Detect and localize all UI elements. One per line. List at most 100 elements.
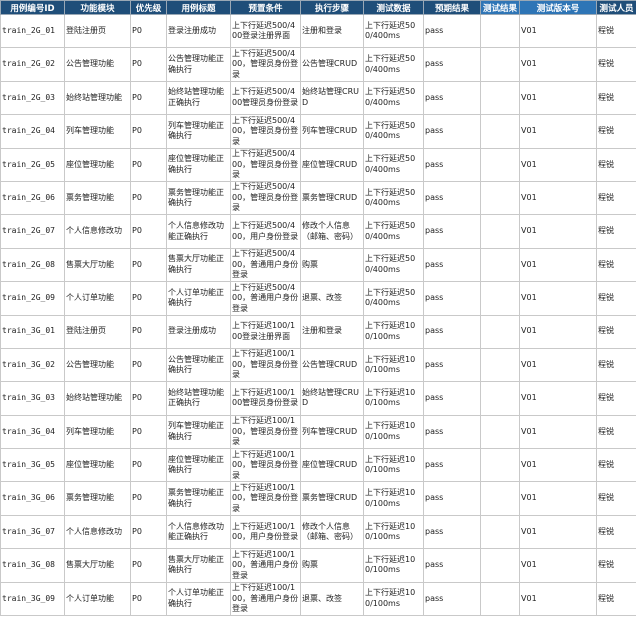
cell-case-id[interactable]: train_3G_06 xyxy=(0,481,65,516)
cell-expected[interactable]: pass xyxy=(423,180,481,216)
cell-tester[interactable]: 程锐 xyxy=(596,481,636,516)
cell-case-id[interactable]: train_3G_07 xyxy=(0,514,65,550)
cell-priority[interactable]: P0 xyxy=(130,381,167,416)
cell-tester[interactable]: 程锐 xyxy=(596,548,636,583)
cell-precondition[interactable]: 上下行延迟500/400，用户身份登录 xyxy=(230,214,301,249)
cell-case-id[interactable]: train_3G_08 xyxy=(0,548,65,583)
cell-steps[interactable]: 座位管理CRUD xyxy=(300,147,364,182)
cell-tester[interactable]: 程锐 xyxy=(596,414,636,450)
cell-version[interactable]: V01 xyxy=(519,481,597,516)
cell-tester[interactable]: 程锐 xyxy=(596,514,636,550)
cell-expected[interactable]: pass xyxy=(423,114,481,149)
cell-module[interactable]: 票务管理功能 xyxy=(64,180,131,216)
cell-precondition[interactable]: 上下行延迟500/400，普通用户身份登录 xyxy=(230,281,301,316)
cell-test-data[interactable]: 上下行延迟500/400ms xyxy=(363,47,424,82)
cell-steps[interactable]: 列车管理CRUD xyxy=(300,414,364,450)
cell-test-data[interactable]: 上下行延迟500/400ms xyxy=(363,180,424,216)
cell-result[interactable] xyxy=(480,180,520,216)
cell-title[interactable]: 个人订单功能正确执行 xyxy=(166,581,231,617)
header-title[interactable]: 用例标题 xyxy=(166,0,231,15)
cell-module[interactable]: 列车管理功能 xyxy=(64,114,131,149)
cell-case-id[interactable]: train_2G_01 xyxy=(0,13,65,49)
cell-precondition[interactable]: 上下行延迟500/400，管理员身份登录 xyxy=(230,47,301,82)
cell-priority[interactable]: P0 xyxy=(130,548,167,583)
cell-priority[interactable]: P0 xyxy=(130,180,167,216)
cell-test-data[interactable]: 上下行延迟100/100ms xyxy=(363,548,424,583)
cell-precondition[interactable]: 上下行延迟100/100，普通用户身份登录 xyxy=(230,548,301,583)
cell-module[interactable]: 座位管理功能 xyxy=(64,147,131,182)
cell-precondition[interactable]: 上下行延迟100/100，用户身份登录 xyxy=(230,514,301,550)
cell-precondition[interactable]: 上下行延迟500/400，管理员身份登录 xyxy=(230,147,301,182)
cell-version[interactable]: V01 xyxy=(519,214,597,249)
cell-precondition[interactable]: 上下行延迟100/100，管理员身份登录 xyxy=(230,347,301,383)
cell-version[interactable]: V01 xyxy=(519,47,597,82)
cell-expected[interactable]: pass xyxy=(423,281,481,316)
cell-case-id[interactable]: train_2G_03 xyxy=(0,80,65,116)
cell-result[interactable] xyxy=(480,214,520,249)
cell-title[interactable]: 个人信息修改功能正确执行 xyxy=(166,514,231,550)
cell-priority[interactable]: P0 xyxy=(130,514,167,550)
cell-test-data[interactable]: 上下行延迟100/100ms xyxy=(363,581,424,617)
cell-tester[interactable]: 程锐 xyxy=(596,13,636,49)
cell-priority[interactable]: P0 xyxy=(130,281,167,316)
cell-tester[interactable]: 程锐 xyxy=(596,80,636,116)
cell-expected[interactable]: pass xyxy=(423,13,481,49)
cell-version[interactable]: V01 xyxy=(519,581,597,617)
cell-version[interactable]: V01 xyxy=(519,13,597,49)
cell-precondition[interactable]: 上下行延迟100/100，普通用户身份登录 xyxy=(230,581,301,617)
cell-title[interactable]: 票务管理功能正确执行 xyxy=(166,481,231,516)
cell-module[interactable]: 座位管理功能 xyxy=(64,448,131,483)
cell-module[interactable]: 个人信息修改功 xyxy=(64,514,131,550)
header-module[interactable]: 功能模块 xyxy=(64,0,131,15)
cell-case-id[interactable]: train_3G_04 xyxy=(0,414,65,450)
cell-tester[interactable]: 程锐 xyxy=(596,47,636,82)
header-version[interactable]: 测试版本号 xyxy=(519,0,597,15)
header-tester[interactable]: 测试人员 xyxy=(596,0,636,15)
cell-tester[interactable]: 程锐 xyxy=(596,381,636,416)
cell-priority[interactable]: P0 xyxy=(130,581,167,617)
cell-module[interactable]: 公告管理功能 xyxy=(64,47,131,82)
cell-expected[interactable]: pass xyxy=(423,481,481,516)
header-test-data[interactable]: 测试数据 xyxy=(363,0,424,15)
cell-test-data[interactable]: 上下行延迟100/100ms xyxy=(363,448,424,483)
cell-tester[interactable]: 程锐 xyxy=(596,180,636,216)
cell-title[interactable]: 票务管理功能正确执行 xyxy=(166,180,231,216)
header-steps[interactable]: 执行步骤 xyxy=(300,0,364,15)
cell-expected[interactable]: pass xyxy=(423,581,481,617)
cell-test-data[interactable]: 上下行延迟500/400ms xyxy=(363,247,424,283)
cell-version[interactable]: V01 xyxy=(519,347,597,383)
cell-version[interactable]: V01 xyxy=(519,281,597,316)
cell-result[interactable] xyxy=(480,347,520,383)
cell-test-data[interactable]: 上下行延迟500/400ms xyxy=(363,147,424,182)
cell-result[interactable] xyxy=(480,581,520,617)
cell-test-data[interactable]: 上下行延迟100/100ms xyxy=(363,381,424,416)
cell-title[interactable]: 登录注册成功 xyxy=(166,314,231,349)
cell-expected[interactable]: pass xyxy=(423,247,481,283)
cell-version[interactable]: V01 xyxy=(519,448,597,483)
cell-steps[interactable]: 公告管理CRUD xyxy=(300,347,364,383)
cell-version[interactable]: V01 xyxy=(519,114,597,149)
header-expected[interactable]: 预期结果 xyxy=(423,0,481,15)
cell-title[interactable]: 列车管理功能正确执行 xyxy=(166,114,231,149)
header-precondition[interactable]: 预置条件 xyxy=(230,0,301,15)
cell-steps[interactable]: 始终站管理CRUD xyxy=(300,80,364,116)
cell-version[interactable]: V01 xyxy=(519,80,597,116)
header-priority[interactable]: 优先级 xyxy=(130,0,167,15)
cell-expected[interactable]: pass xyxy=(423,47,481,82)
cell-case-id[interactable]: train_3G_05 xyxy=(0,448,65,483)
cell-case-id[interactable]: train_3G_01 xyxy=(0,314,65,349)
cell-module[interactable]: 公告管理功能 xyxy=(64,347,131,383)
cell-priority[interactable]: P0 xyxy=(130,314,167,349)
cell-title[interactable]: 座位管理功能正确执行 xyxy=(166,448,231,483)
header-case-id[interactable]: 用例编号ID xyxy=(0,0,65,15)
cell-steps[interactable]: 注册和登录 xyxy=(300,314,364,349)
cell-tester[interactable]: 程锐 xyxy=(596,114,636,149)
cell-tester[interactable]: 程锐 xyxy=(596,448,636,483)
cell-title[interactable]: 列车管理功能正确执行 xyxy=(166,414,231,450)
cell-module[interactable]: 票务管理功能 xyxy=(64,481,131,516)
cell-steps[interactable]: 购票 xyxy=(300,548,364,583)
cell-module[interactable]: 个人信息修改功 xyxy=(64,214,131,249)
cell-case-id[interactable]: train_2G_07 xyxy=(0,214,65,249)
cell-version[interactable]: V01 xyxy=(519,548,597,583)
cell-priority[interactable]: P0 xyxy=(130,347,167,383)
